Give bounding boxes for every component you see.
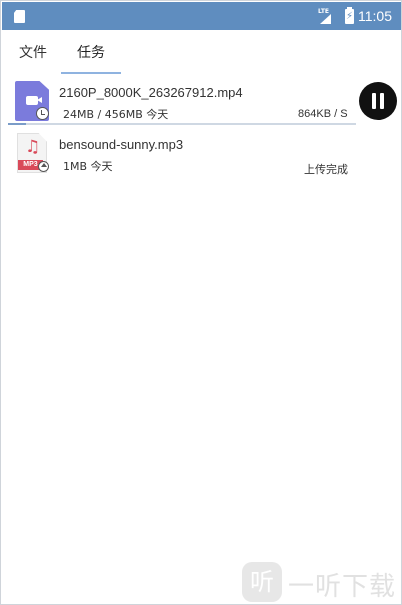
upload-icon <box>38 161 49 172</box>
task-row[interactable]: 2160P_8000K_263267912.mp4 24MB / 456MB 今… <box>2 76 401 126</box>
clock-icon <box>36 107 49 120</box>
music-note-icon: ♫ <box>25 137 41 157</box>
watermark: 听 一听下载 <box>242 562 398 602</box>
task-row[interactable]: ♫ MP3 bensound-sunny.mp3 1MB 今天 上传完成 <box>2 128 401 183</box>
tab-files[interactable]: 文件 <box>19 42 47 62</box>
pause-button[interactable] <box>359 82 397 120</box>
task-status-text: 上传完成 <box>304 163 348 176</box>
task-file-name: 2160P_8000K_263267912.mp4 <box>59 85 243 100</box>
task-speed: 864KB / S <box>298 108 348 120</box>
pause-icon-bar-right <box>380 93 384 109</box>
task-file-name: bensound-sunny.mp3 <box>59 137 184 152</box>
status-bar: LTE ⚡ 11:05 <box>2 2 401 30</box>
charging-icon: ⚡ <box>346 11 354 22</box>
task-size-info: 24MB / 456MB 今天 <box>63 108 169 121</box>
watermark-text: 一听下载 <box>288 572 397 602</box>
pause-icon-bar-left <box>372 93 376 109</box>
watermark-logo: 听 <box>242 562 282 602</box>
tab-bar: 文件 任务 <box>2 30 401 76</box>
video-file-icon <box>15 81 51 123</box>
active-tab-indicator <box>61 72 121 74</box>
clock: 11:05 <box>358 8 392 24</box>
signal-strength-icon <box>320 14 331 24</box>
task-progress-fill <box>8 123 27 125</box>
task-size-info: 1MB 今天 <box>63 160 113 173</box>
mp3-file-icon: ♫ MP3 <box>17 133 51 177</box>
task-progress-bar <box>8 123 356 125</box>
screen: LTE ⚡ 11:05 文件 任务 2160P_8000K_263267912.… <box>0 0 402 605</box>
camera-glyph <box>26 96 42 105</box>
signal-icon: LTE <box>318 8 340 24</box>
tab-tasks[interactable]: 任务 <box>77 42 105 62</box>
sd-card-icon <box>14 10 25 23</box>
